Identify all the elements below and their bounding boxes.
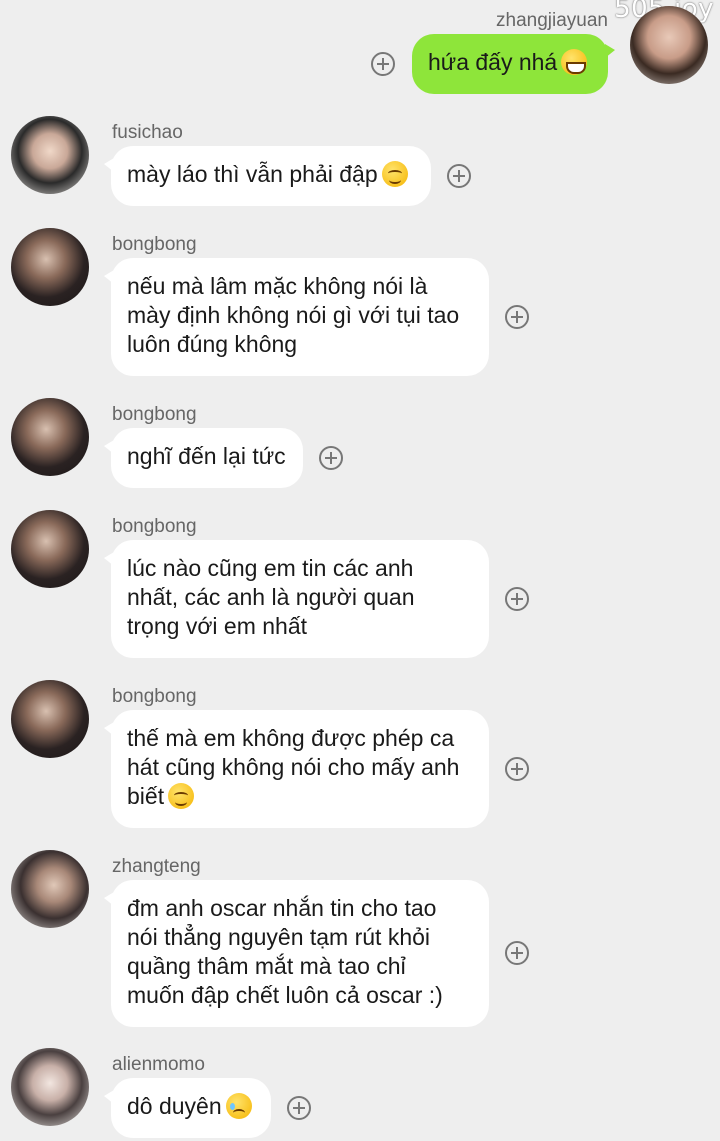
grin-emoji [561,49,588,75]
message-bubble[interactable]: lúc nào cũng em tin các anh nhất, các an… [104,540,489,658]
add-reaction-button[interactable] [505,587,529,611]
message-item: bongbong nếu mà lâm mặc không nói là mày… [0,228,720,388]
sender-name: zhangteng [112,856,201,877]
add-reaction-button[interactable] [505,757,529,781]
message-item: zhangteng đm anh oscar nhắn tin cho tao … [0,850,720,1040]
message-bubble[interactable]: hứa đấy nhá [412,34,615,94]
message-bubble[interactable]: mày láo thì vẫn phải đập [104,146,431,206]
avatar[interactable] [11,1048,89,1126]
avatar[interactable] [11,398,89,476]
blush-emoji [381,161,408,187]
message-line: mày định không nói gì với tụi tao [127,302,460,328]
avatar[interactable] [11,228,89,306]
add-reaction-button[interactable] [371,52,395,76]
message-line: nếu mà lâm mặc không nói là [127,273,428,299]
message-line: hát cũng không nói cho mấy anh [127,754,460,780]
sad-emoji [225,1093,252,1119]
message-item: bongbong lúc nào cũng em tin các anh nhấ… [0,510,720,670]
sender-name: bongbong [112,234,197,255]
blush-emoji [168,783,195,809]
message-bubble[interactable]: đm anh oscar nhắn tin cho tao nói thẳng … [104,880,489,1027]
message-line: nhất, các anh là người quan [127,584,415,610]
message-item: bongbong thế mà em không được phép ca há… [0,680,720,840]
avatar[interactable] [11,116,89,194]
sender-name: zhangjiayuan [496,10,608,31]
message-bubble[interactable]: dô duyên [104,1078,271,1138]
message-line: trọng với em nhất [127,613,308,639]
sender-name: bongbong [112,404,197,425]
add-reaction-button[interactable] [319,446,343,470]
avatar[interactable] [11,510,89,588]
message-text: nghĩ đến lại tức [127,443,286,469]
sender-name: alienmomo [112,1054,205,1075]
message-text: hứa đấy nhá [428,49,558,75]
message-line: biết [127,782,473,811]
message-text: mày láo thì vẫn phải đập [127,161,378,187]
add-reaction-button[interactable] [287,1096,311,1120]
message-item: fusichao mày láo thì vẫn phải đập [0,116,720,216]
message-text: biết [127,783,165,809]
sender-name: bongbong [112,516,197,537]
message-own: zhangjiayuan hứa đấy nhá [0,0,720,100]
message-bubble[interactable]: nếu mà lâm mặc không nói là mày định khô… [104,258,489,376]
message-text: dô duyên [127,1093,222,1119]
message-line: nói thẳng nguyên tạm rút khỏi [127,924,431,950]
message-line: thế mà em không được phép ca [127,725,455,751]
message-line: quầng thâm mắt mà tao chỉ [127,953,406,979]
add-reaction-button[interactable] [505,941,529,965]
avatar[interactable] [630,6,708,84]
avatar[interactable] [11,680,89,758]
message-item: alienmomo dô duyên [0,1048,720,1141]
message-bubble[interactable]: nghĩ đến lại tức [104,428,303,488]
sender-name: bongbong [112,686,197,707]
message-item: bongbong nghĩ đến lại tức [0,398,720,498]
add-reaction-button[interactable] [447,164,471,188]
message-line: luôn đúng không [127,331,298,357]
add-reaction-button[interactable] [505,305,529,329]
message-line: lúc nào cũng em tin các anh [127,555,414,581]
avatar[interactable] [11,850,89,928]
sender-name: fusichao [112,122,183,143]
message-line: muốn đập chết luôn cả oscar :) [127,982,443,1008]
message-bubble[interactable]: thế mà em không được phép ca hát cũng kh… [104,710,489,828]
message-line: đm anh oscar nhắn tin cho tao [127,895,437,921]
